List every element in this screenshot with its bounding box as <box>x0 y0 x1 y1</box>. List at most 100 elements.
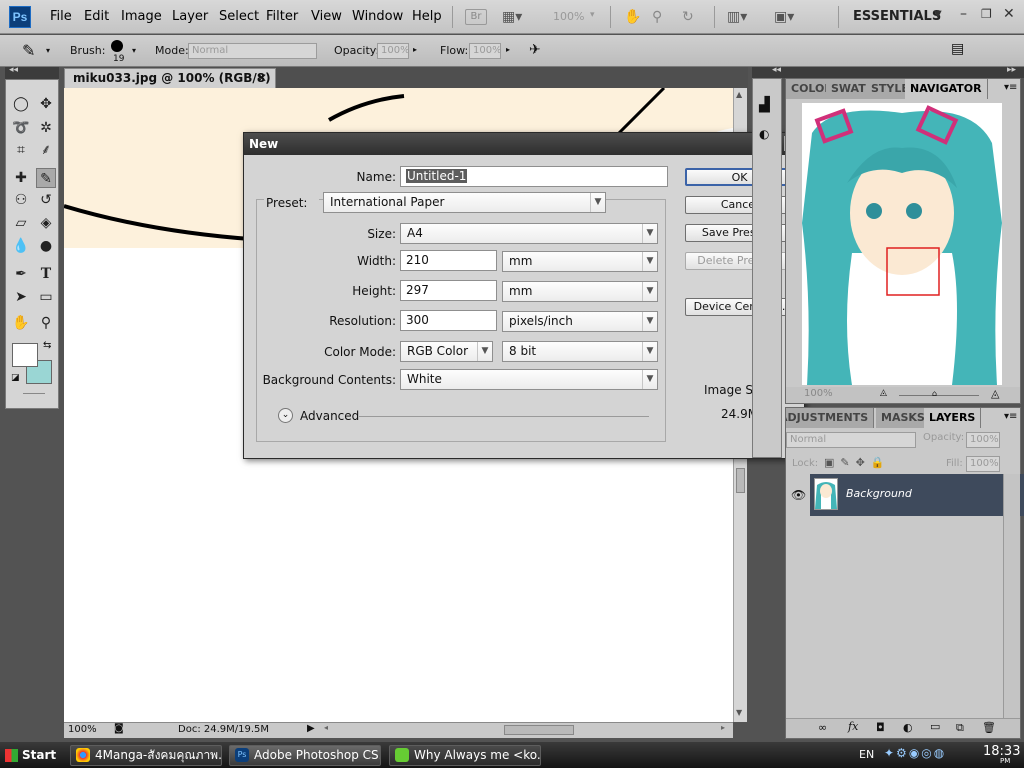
histogram-icon[interactable]: ▟ <box>759 97 770 113</box>
chevron-down-icon[interactable]: ▼ <box>642 342 657 361</box>
new-layer-icon[interactable]: ⧉ <box>956 721 964 735</box>
advanced-toggle-icon[interactable]: ⌄ <box>278 408 293 423</box>
bit-depth-select[interactable]: 8 bit ▼ <box>502 341 658 362</box>
start-button[interactable]: Start <box>2 745 58 766</box>
blur-tool-icon[interactable]: 💧 <box>11 236 31 256</box>
mode-select[interactable]: Normal <box>188 43 317 59</box>
dialog-title-bar[interactable]: New ✕ <box>244 133 804 155</box>
navigator-zoom[interactable]: 100% <box>804 388 833 399</box>
lock-icons[interactable]: ▣✎✥🔒 <box>824 456 891 469</box>
tray-icons[interactable]: ✦⚙◉◎◍ <box>884 746 946 760</box>
status-menu-icon[interactable]: ◙ <box>114 723 124 734</box>
scroll-down-icon[interactable]: ▼ <box>736 708 742 717</box>
hand-tool-icon[interactable]: ✋ <box>624 8 641 26</box>
flow-field[interactable]: 100% <box>469 43 502 59</box>
width-unit-select[interactable]: mm ▼ <box>502 251 658 272</box>
layer-style-icon[interactable]: fx <box>848 720 858 733</box>
arrange-documents-icon[interactable]: ▥▾ <box>727 8 747 26</box>
task-winamp[interactable]: Why Always me <ko... <box>389 745 541 766</box>
panel-menu-icon[interactable]: ▾≡ <box>1004 82 1017 93</box>
tab-masks[interactable]: MASKS <box>876 408 931 428</box>
scroll-left-icon[interactable]: ◂ <box>324 723 328 732</box>
hand-tool-icon[interactable]: ✋ <box>11 313 31 333</box>
preset-select[interactable]: International Paper ▼ <box>323 192 606 213</box>
layer-row-background[interactable]: Background 🔒 <box>810 474 1024 516</box>
brush-preview-icon[interactable] <box>111 40 123 52</box>
new-group-icon[interactable]: ▭ <box>930 720 940 733</box>
menu-window[interactable]: Window <box>352 9 403 24</box>
chevron-right-icon[interactable]: ▸ <box>413 45 417 54</box>
resolution-unit-select[interactable]: pixels/inch ▼ <box>502 311 658 332</box>
zoom-out-icon[interactable]: ◬ <box>880 388 887 398</box>
menu-file[interactable]: File <box>50 9 72 24</box>
crop-tool-icon[interactable]: ⌗ <box>11 140 31 160</box>
collapse-icon[interactable]: ◂◂ <box>9 65 18 75</box>
menu-edit[interactable]: Edit <box>84 9 109 24</box>
width-field[interactable]: 210 <box>400 250 497 271</box>
airbrush-icon[interactable]: ✈ <box>529 42 541 58</box>
pen-tool-icon[interactable]: ✒ <box>11 264 31 284</box>
height-field[interactable]: 297 <box>400 280 497 301</box>
color-mode-select[interactable]: RGB Color ▼ <box>400 341 493 362</box>
bridge-button[interactable]: Br <box>465 9 487 25</box>
scroll-thumb[interactable] <box>736 468 745 493</box>
advanced-label[interactable]: Advanced <box>300 409 359 423</box>
restore-icon[interactable]: ❐ <box>981 7 992 21</box>
brush-tool-icon[interactable]: ✎ <box>36 168 56 188</box>
chevron-down-icon[interactable]: ▼ <box>642 282 657 301</box>
minimize-icon[interactable]: – <box>960 6 967 22</box>
blend-mode-select[interactable]: Normal <box>786 432 916 448</box>
layer-opacity-field[interactable]: 100% <box>966 432 1000 448</box>
document-tab[interactable]: miku033.jpg @ 100% (RGB/8) * ✕ <box>64 68 276 104</box>
opacity-field[interactable]: 100% <box>377 43 410 59</box>
healing-brush-icon[interactable]: ✚ <box>11 168 31 188</box>
menu-filter[interactable]: Filter <box>266 9 298 24</box>
chevron-down-icon[interactable]: ▼ <box>642 224 657 243</box>
eraser-tool-icon[interactable]: ▱ <box>11 213 31 233</box>
menu-help[interactable]: Help <box>412 9 442 24</box>
history-brush-icon[interactable]: ↺ <box>36 190 56 210</box>
size-select[interactable]: A4 ▼ <box>400 223 658 244</box>
menu-select[interactable]: Select <box>219 9 259 24</box>
zoom-tool-icon[interactable]: ⚲ <box>652 8 662 26</box>
scroll-right-icon[interactable]: ▸ <box>721 723 725 732</box>
chevron-right-icon[interactable]: ▶ <box>307 723 315 734</box>
rectangle-tool-icon[interactable]: ▭ <box>36 287 56 307</box>
layer-fill-field[interactable]: 100% <box>966 456 1000 472</box>
language-indicator[interactable]: EN <box>859 748 874 761</box>
chevron-down-icon[interactable]: ▾ <box>132 46 136 55</box>
horizontal-scroll-thumb[interactable] <box>504 725 574 735</box>
layers-scrollbar[interactable] <box>1003 474 1020 719</box>
tab-adjustments[interactable]: ADJUSTMENTS <box>786 408 875 428</box>
task-photoshop[interactable]: Ps Adobe Photoshop CS... <box>229 745 381 766</box>
height-unit-select[interactable]: mm ▼ <box>502 281 658 302</box>
dodge-tool-icon[interactable]: ● <box>36 236 56 256</box>
chevron-down-icon[interactable]: ▼ <box>934 9 942 20</box>
brush-tool-preset-icon[interactable]: ✎ <box>22 41 35 60</box>
delete-layer-icon[interactable]: 🗑 <box>982 721 996 734</box>
name-field[interactable]: Untitled-1 <box>400 166 668 187</box>
zoom-slider-thumb[interactable]: ⌂ <box>932 389 937 398</box>
adjustment-layer-icon[interactable]: ◐ <box>903 721 913 734</box>
background-contents-select[interactable]: White ▼ <box>400 369 658 390</box>
scroll-up-icon[interactable]: ▲ <box>736 90 742 99</box>
panel-menu-icon[interactable]: ▾≡ <box>1004 411 1017 422</box>
workspace-switcher[interactable]: ESSENTIALS <box>853 9 941 24</box>
magic-wand-icon[interactable]: ✲ <box>36 118 56 138</box>
rotate-view-icon[interactable]: ↻ <box>682 8 694 26</box>
visibility-eye-icon[interactable]: 👁 <box>791 488 806 502</box>
chevron-down-icon[interactable]: ▼ <box>590 193 605 212</box>
chevron-down-icon[interactable]: ▼ <box>642 252 657 271</box>
collapse-icon[interactable]: ▸▸ <box>1007 65 1016 75</box>
brush-panel-icon[interactable]: ▤ <box>951 41 964 57</box>
move-tool-icon[interactable]: ✥ <box>36 94 56 114</box>
eyedropper-icon[interactable]: ⸙ <box>36 140 56 160</box>
chevron-right-icon[interactable]: ▸ <box>506 45 510 54</box>
menu-view[interactable]: View <box>311 9 342 24</box>
close-tab-icon[interactable]: ✕ <box>257 69 267 88</box>
path-selection-icon[interactable]: ➤ <box>11 287 31 307</box>
navigator-preview[interactable] <box>802 103 1002 385</box>
paint-bucket-icon[interactable]: ◈ <box>36 213 56 233</box>
chevron-down-icon[interactable]: ▼ <box>642 370 657 389</box>
expand-icon[interactable]: ◂◂ <box>772 65 781 75</box>
